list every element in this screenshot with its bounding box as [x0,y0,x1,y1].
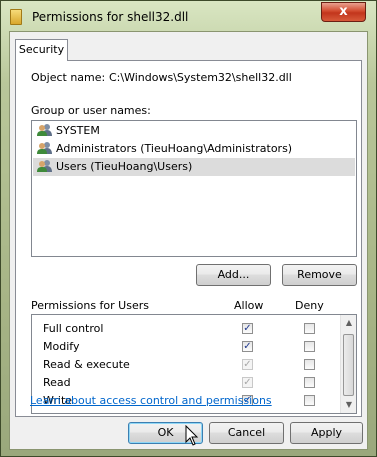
dialog-client-area: Security Object name: C:\Windows\System3… [9,31,368,450]
list-item[interactable]: Administrators (TieuHoang\Administrators… [37,140,292,158]
deny-checkbox[interactable] [304,341,315,352]
group-names-label: Group or user names: [31,104,151,117]
permission-name: Modify [43,340,80,353]
close-button[interactable]: x [321,2,366,22]
allow-checkbox[interactable]: ✓ [242,341,253,352]
cancel-button[interactable]: Cancel [209,422,284,444]
deny-checkbox[interactable] [304,359,315,370]
permission-name: Read [43,376,71,389]
allow-checkbox-inherited: ✓ [242,359,253,370]
deny-checkbox[interactable] [304,377,315,388]
permissions-label: Permissions for Users [31,299,149,312]
scroll-down-arrow-icon[interactable]: ▼ [341,397,356,413]
allow-checkbox[interactable]: ✓ [242,323,253,334]
mouse-pointer-icon [185,425,199,446]
apply-button[interactable]: Apply [290,422,363,444]
group-user-listbox[interactable]: SYSTEM Administrators (TieuHoang\Adminis… [31,120,357,257]
object-name-value: C:\Windows\System32\shell32.dll [109,71,292,84]
list-item-selected[interactable]: Users (TieuHoang\Users) [33,158,355,176]
security-tab-panel: Object name: C:\Windows\System32\shell32… [15,60,362,417]
users-group-icon [37,123,53,137]
deny-checkbox[interactable] [304,395,315,406]
add-button[interactable]: Add... [196,264,271,286]
title-bar[interactable]: Permissions for shell32.dll x [1,1,376,33]
window-title: Permissions for shell32.dll [32,10,189,24]
scroll-thumb[interactable] [343,334,354,396]
users-group-icon [37,159,53,173]
scroll-up-arrow-icon[interactable]: ▲ [341,315,356,331]
permissions-scrollbar[interactable]: ▲ ▼ [340,315,356,413]
permission-row: Read & execute ✓ [32,356,340,374]
object-name-label: Object name: [31,71,106,84]
allow-column-header: Allow [234,299,264,312]
permission-row: Read ✓ [32,374,340,392]
permissions-dialog: Permissions for shell32.dll x Security O… [0,0,377,457]
permission-row: Full control ✓ [32,320,340,338]
deny-column-header: Deny [295,299,324,312]
permission-name: Read & execute [43,358,130,371]
folder-icon [10,9,22,25]
tab-security[interactable]: Security [15,39,68,61]
deny-checkbox[interactable] [304,323,315,334]
remove-button[interactable]: Remove [282,264,357,286]
users-group-icon [37,141,53,155]
help-link[interactable]: Learn about access control and permissio… [30,394,272,407]
permission-row: Modify ✓ [32,338,340,356]
close-icon: x [339,4,348,19]
permission-name: Full control [43,322,104,335]
list-item[interactable]: SYSTEM [37,122,100,140]
allow-checkbox-inherited: ✓ [242,377,253,388]
